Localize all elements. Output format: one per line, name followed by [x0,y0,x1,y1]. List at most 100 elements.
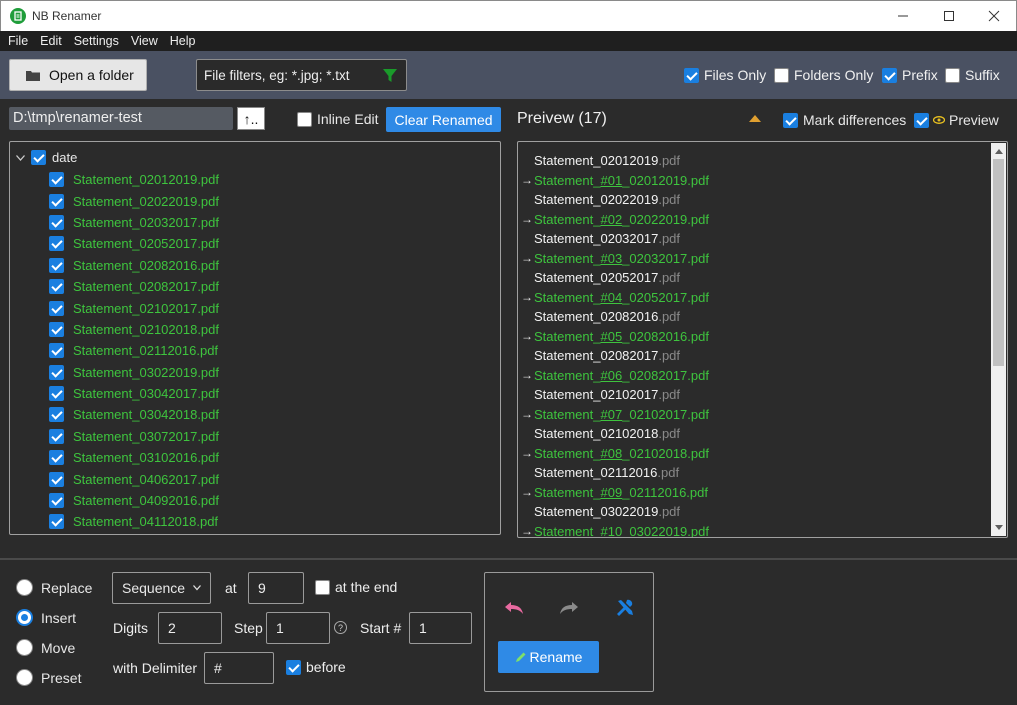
tree-item-checkbox[interactable] [49,471,64,487]
chevron-down-icon[interactable] [16,154,25,161]
files-only-toggle[interactable]: Files Only [684,67,766,83]
digits-input[interactable]: 2 [158,612,222,644]
tree-item[interactable]: Statement_03102016.pdf [49,447,219,468]
prefix-checkbox[interactable] [882,67,897,83]
tree-root-checkbox[interactable] [31,150,46,165]
start-number-input[interactable]: 1 [409,612,472,644]
scroll-down-icon[interactable] [995,525,1003,530]
tree-item[interactable]: Statement_02012019.pdf [49,169,219,190]
tree-item-checkbox[interactable] [49,450,64,466]
files-only-checkbox[interactable] [684,67,699,83]
tree-item-label: Statement_03072017.pdf [73,428,220,444]
tree-item[interactable]: Statement_03042018.pdf [49,404,219,425]
folders-only-label: Folders Only [794,67,874,83]
tree-item[interactable]: Statement_02022019.pdf [49,190,219,211]
filter-icon[interactable] [383,69,397,83]
minimize-button[interactable] [880,1,926,31]
sort-up-icon[interactable] [749,115,761,122]
maximize-button[interactable] [926,1,972,31]
tree-item[interactable]: Statement_02102017.pdf [49,297,219,318]
menu-file[interactable]: File [2,31,34,51]
tree-item-checkbox[interactable] [49,343,64,359]
inline-edit-toggle[interactable]: Inline Edit [297,111,378,127]
mode-radio-insert[interactable]: Insert [16,609,76,626]
radio-button[interactable] [16,609,33,626]
at-end-toggle[interactable]: at the end [315,579,397,595]
arrow-right-icon: → [521,524,533,538]
tree-item[interactable]: Statement_02082017.pdf [49,276,219,297]
radio-button[interactable] [16,639,33,656]
preview-renamed-row: → Statement_ #06 _02082017.pdf [520,366,709,386]
radio-button[interactable] [16,669,33,686]
preview-checkbox[interactable] [914,112,929,128]
tree-item[interactable]: Statement_04062017.pdf [49,468,219,489]
undo-icon[interactable] [503,597,525,619]
tools-icon[interactable] [614,597,636,619]
before-toggle[interactable]: before [286,659,346,675]
redo-icon[interactable] [558,597,580,619]
mode-radio-replace[interactable]: Replace [16,579,92,596]
tree-item-checkbox[interactable] [49,193,64,209]
tree-item-checkbox[interactable] [49,257,64,273]
tree-item[interactable]: Statement_02032017.pdf [49,212,219,233]
arrow-right-icon: → [521,251,533,266]
tree-item[interactable]: Statement_02112016.pdf [49,340,219,361]
tree-item-checkbox[interactable] [49,172,64,188]
rule-type-select[interactable]: Sequence [112,572,211,604]
tree-item[interactable]: Statement_02052017.pdf [49,233,219,254]
before-checkbox[interactable] [286,659,301,675]
tree-item-checkbox[interactable] [49,236,64,252]
tree-item-checkbox[interactable] [49,428,64,444]
tree-item-checkbox[interactable] [49,493,64,509]
tree-item-checkbox[interactable] [49,214,64,230]
folders-only-toggle[interactable]: Folders Only [774,67,873,83]
tree-item-checkbox[interactable] [49,300,64,316]
step-input[interactable]: 1 [266,612,330,644]
radio-button[interactable] [16,579,33,596]
tree-item[interactable]: Statement_04112018.pdf [49,511,219,532]
tree-root-folder[interactable]: date [16,150,77,165]
menu-settings[interactable]: Settings [68,31,125,51]
at-end-checkbox[interactable] [315,579,330,595]
tree-item[interactable]: Statement_03042017.pdf [49,383,219,404]
scroll-up-icon[interactable] [995,149,1003,154]
menu-edit[interactable]: Edit [34,31,68,51]
mode-radio-move[interactable]: Move [16,639,75,656]
preview-scrollbar[interactable] [991,143,1006,536]
preview-toggle[interactable]: Preview [914,112,999,128]
tree-item-checkbox[interactable] [49,514,64,530]
tree-item-checkbox[interactable] [49,407,64,423]
rename-button[interactable]: Rename [498,641,599,673]
file-filter-input[interactable]: File filters, eg: *.jpg; *.txt [196,59,407,91]
menu-help[interactable]: Help [164,31,202,51]
tree-item-checkbox[interactable] [49,321,64,337]
suffix-toggle[interactable]: Suffix [945,67,1000,83]
clear-renamed-button[interactable]: Clear Renamed [386,107,501,132]
folders-only-checkbox[interactable] [774,67,789,83]
suffix-checkbox[interactable] [945,67,960,83]
prefix-toggle[interactable]: Prefix [882,67,938,83]
tree-item-checkbox[interactable] [49,279,64,295]
delimiter-input[interactable]: # [204,652,274,684]
scroll-thumb[interactable] [993,159,1004,366]
tree-item[interactable]: Statement_04092016.pdf [49,490,219,511]
close-button[interactable] [971,1,1017,31]
inline-edit-checkbox[interactable] [297,111,312,127]
tree-item[interactable]: Statement_03072017.pdf [49,426,219,447]
tree-item[interactable]: Statement_02102018.pdf [49,319,219,340]
help-icon[interactable]: ? [334,621,347,634]
menu-view[interactable]: View [125,31,164,51]
tree-item-checkbox[interactable] [49,364,64,380]
mark-differences-toggle[interactable]: Mark differences [783,112,906,128]
rule-type-value: Sequence [122,580,186,596]
open-folder-button[interactable]: Open a folder [9,59,147,91]
tree-item-checkbox[interactable] [49,386,64,402]
parent-folder-button[interactable]: ↑.. [237,107,265,130]
folder-path-input[interactable]: D:\tmp\renamer-test [9,107,233,130]
original-base-name: Statement_03022019 [534,504,659,520]
mode-radio-preset[interactable]: Preset [16,669,81,686]
tree-item[interactable]: Statement_03022019.pdf [49,362,219,383]
tree-item[interactable]: Statement_02082016.pdf [49,255,219,276]
mark-differences-checkbox[interactable] [783,112,798,128]
at-position-input[interactable]: 9 [248,572,304,604]
